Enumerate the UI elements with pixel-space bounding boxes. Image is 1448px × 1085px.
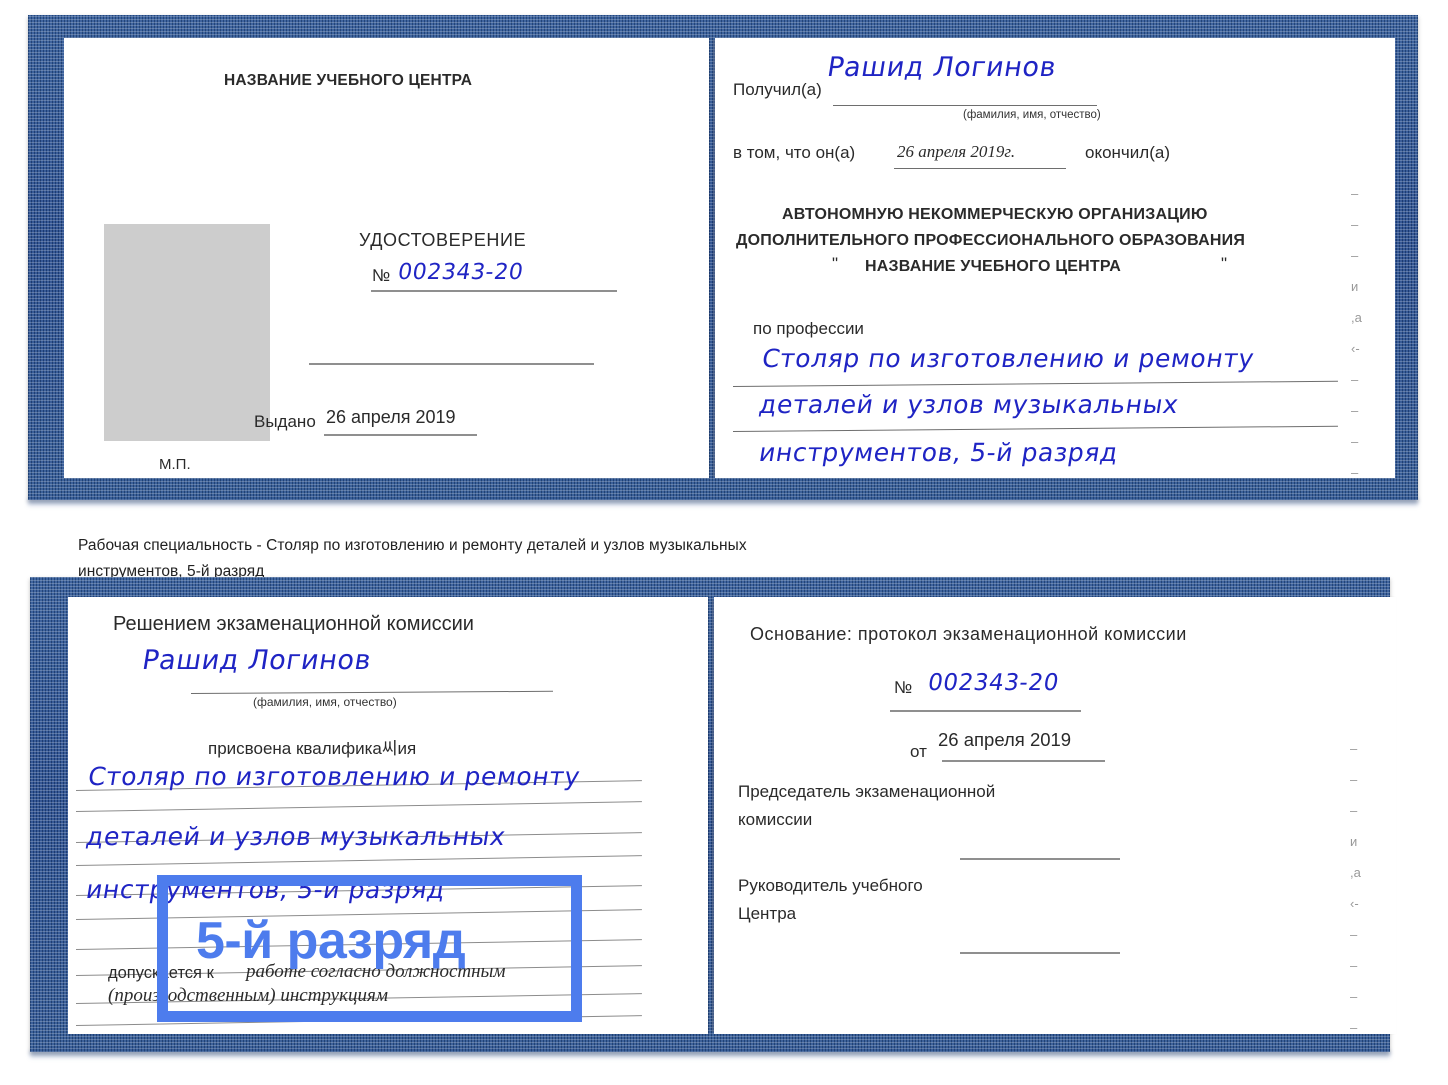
protocol-number-value: 002343-20 [926, 670, 1061, 696]
fio-hint-top: (фамилия, имя, отчество) [963, 109, 1101, 121]
org-quote-close: " [1221, 254, 1228, 273]
top-right-page: Получил(а) Рашид Логинов (фамилия, имя, … [715, 38, 1395, 478]
org-line-1: АВТОНОМНУЮ НЕКОММЕРЧЕСКУЮ ОРГАНИЗАЦИЮ [782, 206, 1208, 223]
qualification-line-2: деталей и узлов музыкальных [84, 822, 508, 851]
training-center-heading: НАЗВАНИЕ УЧЕБНОГО ЦЕНТРА [224, 72, 473, 89]
completion-date: 26 апреля 2019г. [897, 142, 1016, 161]
protocol-number-rule [890, 710, 1081, 712]
in-that-label: в том, что он(а) [733, 143, 856, 162]
qualification-label: присвоена квалифика씨ия [208, 739, 417, 758]
received-label: Получил(а) [733, 80, 822, 99]
org-line-2: ДОПОЛНИТЕЛЬНОГО ПРОФЕССИОНАЛЬНОГО ОБРАЗО… [736, 232, 1246, 249]
blank-rule [309, 363, 594, 365]
qualification-line-1: Столяр по изготовлению и ремонту [86, 762, 583, 791]
completion-date-rule [894, 168, 1066, 169]
certificate-title: УДОСТОВЕРЕНИЕ [359, 230, 527, 250]
chairman-signature-rule [960, 858, 1120, 860]
bottom-name-rule [190, 690, 553, 694]
received-rule [833, 105, 1097, 106]
top-right-edge-glyphs: – – – и ,а ‹- – – – – [1351, 186, 1362, 478]
issued-value: 26 апреля 2019 [326, 407, 456, 427]
received-value: Рашид Логинов [825, 52, 1059, 83]
bottom-right-page: Основание: протокол экзаменационной коми… [714, 597, 1396, 1034]
finished-label: окончил(а) [1085, 143, 1170, 162]
profession-line-3: инструментов, 5-й разряд [757, 438, 1121, 467]
bottom-right-edge-glyphs: – – – и ,а ‹- – – – – [1350, 741, 1361, 1034]
org-quote-open: " [832, 254, 839, 273]
certificate-number-label: № [372, 266, 391, 285]
protocol-number-label: № [894, 678, 913, 697]
profession-line-2: деталей и узлов музыкальных [757, 390, 1181, 419]
certificate-number-value: 002343-20 [396, 260, 526, 285]
protocol-date-rule [942, 760, 1105, 762]
protocol-date-value: 26 апреля 2019 [938, 729, 1072, 750]
ruled-line-2 [75, 801, 642, 812]
basis-label: Основание: протокол экзаменационной коми… [750, 624, 1187, 644]
head-line-1: Руководитель учебного [738, 876, 923, 895]
head-signature-rule [960, 952, 1120, 954]
chairman-line-1: Председатель экзаменационной [738, 782, 996, 801]
ruled-line-4 [75, 855, 642, 866]
profession-line-1: Столяр по изготовлению и ремонту [760, 344, 1257, 373]
photo-placeholder [104, 224, 270, 441]
certificate-number-rule [371, 290, 617, 292]
top-left-page: НАЗВАНИЕ УЧЕБНОГО ЦЕНТРА УДОСТОВЕРЕНИЕ №… [64, 38, 709, 478]
issued-rule [324, 434, 477, 436]
profession-rule-1 [732, 380, 1338, 387]
stamp-label: М.П. [159, 456, 191, 473]
commission-decision-heading: Решением экзаменационной комиссии [113, 613, 474, 635]
profession-rule-2 [732, 425, 1338, 432]
highlight-label: 5-й разряд [196, 912, 466, 970]
protocol-date-label: от [910, 742, 927, 761]
bottom-name-value: Рашид Логинов [140, 645, 374, 676]
issued-label: Выдано [254, 412, 316, 431]
org-line-3: НАЗВАНИЕ УЧЕБНОГО ЦЕНТРА [865, 258, 1122, 275]
chairman-line-2: комиссии [738, 810, 813, 829]
caption-line-1: Рабочая специальность - Столяр по изгото… [78, 537, 747, 554]
screenshot-root: НАЗВАНИЕ УЧЕБНОГО ЦЕНТРА УДОСТОВЕРЕНИЕ №… [0, 0, 1448, 1085]
fio-hint-bottom: (фамилия, имя, отчество) [253, 695, 397, 709]
profession-label: по профессии [753, 319, 864, 338]
head-line-2: Центра [738, 904, 797, 923]
